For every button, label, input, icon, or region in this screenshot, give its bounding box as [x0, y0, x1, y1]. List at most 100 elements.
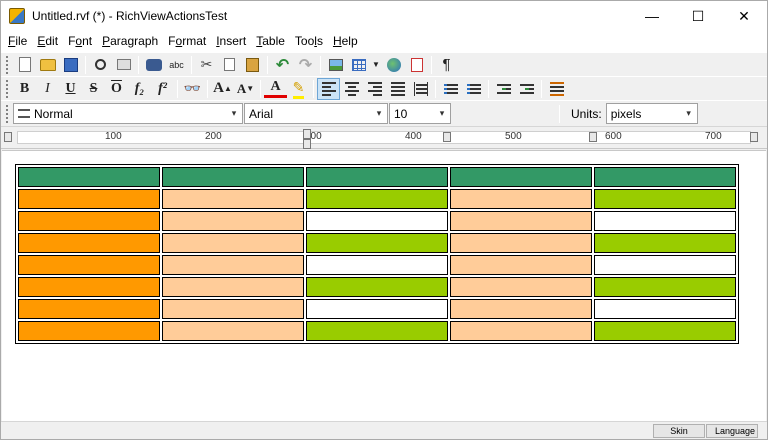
table-cell[interactable]	[306, 167, 448, 187]
table-cell[interactable]	[162, 321, 304, 341]
increase-indent-button[interactable]	[515, 78, 538, 100]
table-cell[interactable]	[162, 255, 304, 275]
spell-check-button[interactable]: abc	[165, 54, 188, 76]
table-cell[interactable]	[450, 255, 592, 275]
table-cell[interactable]	[450, 233, 592, 253]
table-cell[interactable]	[594, 277, 736, 297]
chevron-down-icon[interactable]: ▾	[434, 104, 450, 123]
distribute-button[interactable]	[409, 78, 432, 100]
horizontal-ruler[interactable]: 100 200 300 400 500 600 700	[1, 127, 767, 149]
strikeout-button[interactable]: S	[82, 78, 105, 100]
menu-format[interactable]: Format	[163, 31, 211, 52]
toolbar-grip[interactable]	[5, 104, 9, 123]
align-right-button[interactable]	[363, 78, 386, 100]
column-marker[interactable]	[303, 129, 311, 139]
hidden-text-button[interactable]: 👓	[181, 78, 204, 100]
table-cell[interactable]	[594, 233, 736, 253]
table-cell[interactable]	[594, 189, 736, 209]
subscript-button[interactable]: f₂	[128, 78, 151, 100]
table-cell[interactable]	[18, 299, 160, 319]
table-cell[interactable]	[450, 277, 592, 297]
menu-tools[interactable]: Tools	[290, 31, 328, 52]
toolbar-grip[interactable]	[5, 55, 9, 74]
table-cell[interactable]	[450, 189, 592, 209]
menu-file[interactable]: File	[3, 31, 32, 52]
menu-table[interactable]: Table	[251, 31, 290, 52]
save-button[interactable]	[59, 54, 82, 76]
table-cell[interactable]	[450, 299, 592, 319]
table-cell[interactable]	[450, 211, 592, 231]
table-cell[interactable]	[162, 211, 304, 231]
language-button[interactable]: Language	[706, 424, 758, 438]
indent-marker[interactable]	[303, 139, 311, 149]
open-button[interactable]	[36, 54, 59, 76]
table-cell[interactable]	[594, 321, 736, 341]
table-cell[interactable]	[162, 233, 304, 253]
table-cell[interactable]	[306, 189, 448, 209]
chevron-down-icon[interactable]: ▾	[371, 104, 387, 123]
justify-button[interactable]	[386, 78, 409, 100]
table-cell[interactable]	[162, 189, 304, 209]
paste-button[interactable]	[241, 54, 264, 76]
paragraph-borders-button[interactable]	[545, 78, 568, 100]
find-button[interactable]	[142, 54, 165, 76]
print-button[interactable]	[112, 54, 135, 76]
table-cell[interactable]	[306, 211, 448, 231]
table-cell[interactable]	[162, 299, 304, 319]
table-cell[interactable]	[162, 277, 304, 297]
insert-picture-button[interactable]	[324, 54, 347, 76]
left-margin-marker[interactable]	[4, 132, 12, 142]
chevron-down-icon[interactable]: ▾	[681, 104, 697, 123]
table-cell[interactable]	[594, 167, 736, 187]
cut-button[interactable]: ✂	[195, 54, 218, 76]
chevron-down-icon[interactable]: ▾	[226, 104, 242, 123]
paragraph-style-combo[interactable]: Normal ▾	[13, 103, 243, 124]
print-preview-button[interactable]	[89, 54, 112, 76]
font-size-combo[interactable]: 10 ▾	[389, 103, 451, 124]
insert-table-dropdown[interactable]: ▼	[370, 54, 382, 76]
table-cell[interactable]	[450, 167, 592, 187]
insert-hyperlink-button[interactable]	[382, 54, 405, 76]
table-cell[interactable]	[18, 277, 160, 297]
copy-button[interactable]	[218, 54, 241, 76]
align-center-button[interactable]	[340, 78, 363, 100]
column-marker[interactable]	[443, 132, 451, 142]
font-name-combo[interactable]: Arial ▾	[244, 103, 388, 124]
menu-insert[interactable]: Insert	[211, 31, 251, 52]
table-cell[interactable]	[306, 277, 448, 297]
table-cell[interactable]	[18, 189, 160, 209]
menu-font[interactable]: Font	[63, 31, 97, 52]
table-cell[interactable]	[18, 211, 160, 231]
table-cell[interactable]	[18, 167, 160, 187]
menu-edit[interactable]: Edit	[32, 31, 63, 52]
table-cell[interactable]	[306, 299, 448, 319]
align-left-button[interactable]	[317, 77, 340, 100]
insert-table-button[interactable]	[347, 54, 370, 76]
units-combo[interactable]: pixels ▾	[605, 103, 698, 124]
overline-button[interactable]: O	[105, 78, 128, 100]
new-document-button[interactable]	[13, 54, 36, 76]
document-table[interactable]	[15, 164, 739, 344]
skin-button[interactable]: Skin	[653, 424, 705, 438]
redo-button[interactable]: ↷	[294, 54, 317, 76]
show-special-chars-button[interactable]: ¶	[435, 54, 458, 76]
table-cell[interactable]	[18, 255, 160, 275]
table-cell[interactable]	[18, 233, 160, 253]
table-cell[interactable]	[162, 167, 304, 187]
menu-help[interactable]: Help	[328, 31, 363, 52]
table-cell[interactable]	[450, 321, 592, 341]
bold-button[interactable]: B	[13, 78, 36, 100]
superscript-button[interactable]: f²	[151, 78, 174, 100]
table-cell[interactable]	[18, 321, 160, 341]
italic-button[interactable]: I	[36, 78, 59, 100]
underline-button[interactable]: U	[59, 78, 82, 100]
highlight-color-button[interactable]: ✎	[287, 78, 310, 100]
bullets-button[interactable]	[439, 78, 462, 100]
table-cell[interactable]	[594, 255, 736, 275]
column-marker[interactable]	[589, 132, 597, 142]
insert-object-button[interactable]	[405, 54, 428, 76]
font-color-button[interactable]: A	[264, 79, 287, 98]
toolbar-grip[interactable]	[5, 79, 9, 98]
shrink-font-button[interactable]: A ▼	[234, 78, 257, 100]
undo-button[interactable]: ↶	[271, 54, 294, 76]
